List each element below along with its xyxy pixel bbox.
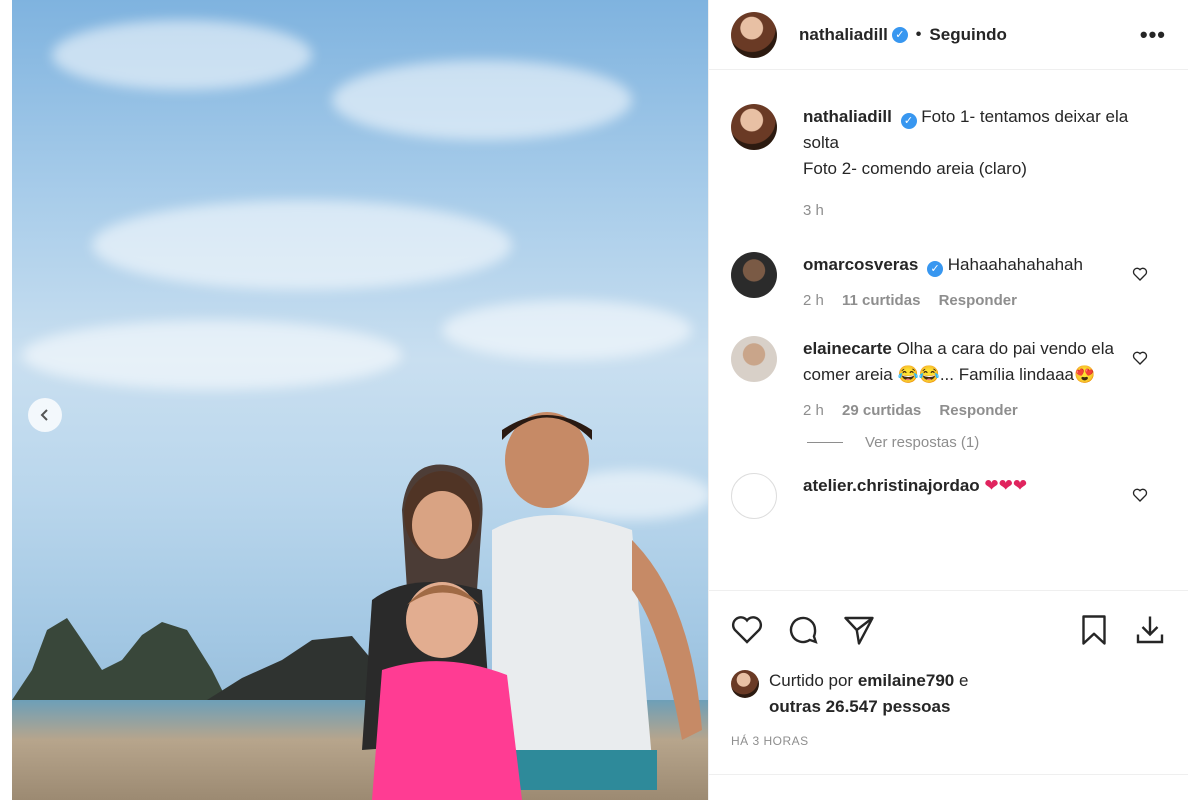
commenter-username[interactable]: atelier.christinajordao	[803, 476, 980, 495]
reply-button[interactable]: Responder	[939, 402, 1017, 419]
commenter-username[interactable]: omarcosveras	[803, 255, 918, 274]
cloud	[22, 320, 402, 390]
like-comment-heart-icon[interactable]	[1132, 487, 1148, 503]
download-icon[interactable]	[1132, 612, 1168, 648]
caption-line-2: Foto 2- comendo areia (claro)	[803, 159, 1027, 178]
liker-avatar[interactable]	[731, 670, 759, 698]
comment-time: 2 h	[803, 292, 824, 309]
add-comment-area[interactable]	[709, 774, 1188, 800]
follow-status-button[interactable]: Seguindo	[929, 25, 1006, 45]
cloud	[332, 60, 632, 140]
author-avatar[interactable]	[731, 11, 777, 58]
comment-time: 2 h	[803, 402, 824, 419]
verified-badge-icon: ✓	[927, 261, 944, 277]
commenter-username[interactable]: elainecarte	[803, 339, 892, 358]
comment-item: omarcosveras ✓ Hahaahahahahah 2 h 11 cur…	[731, 252, 1166, 314]
cloud	[92, 200, 512, 290]
share-paper-plane-icon[interactable]	[841, 612, 877, 648]
post-header: nathaliadill ✓ • Seguindo •••	[709, 0, 1188, 70]
likes-prefix: Curtido por	[769, 671, 854, 690]
comment-bubble-icon[interactable]	[785, 612, 821, 648]
commenter-avatar[interactable]	[731, 336, 777, 382]
instagram-post-view: nathaliadill ✓ • Seguindo ••• nathaliadi…	[0, 0, 1200, 800]
caption-username[interactable]: nathaliadill	[803, 107, 892, 126]
more-options-icon[interactable]: •••	[1140, 22, 1166, 48]
comment-likes[interactable]: 11 curtidas	[842, 292, 920, 309]
caption-time: 3 h	[803, 202, 824, 219]
cloud	[442, 300, 692, 360]
post-actions-bar	[709, 590, 1188, 668]
replies-divider	[807, 442, 843, 443]
view-replies-label: Ver respostas (1)	[865, 434, 980, 451]
family-figures	[362, 412, 702, 800]
comment-text: Hahaahahahahah	[947, 255, 1083, 274]
commenter-avatar[interactable]	[731, 473, 777, 519]
separator-dot: •	[915, 25, 922, 43]
post-details-panel: nathaliadill ✓ • Seguindo ••• nathaliadi…	[708, 0, 1188, 800]
author-username[interactable]: nathaliadill	[799, 25, 888, 45]
commenter-avatar[interactable]	[731, 252, 777, 298]
comments-list[interactable]: nathaliadill ✓ Foto 1- tentamos deixar e…	[709, 70, 1188, 590]
liker-username[interactable]: emilaine790	[858, 671, 954, 690]
chevron-left-icon	[40, 409, 48, 421]
verified-badge-icon: ✓	[891, 26, 908, 43]
comment-text: ❤❤❤	[984, 476, 1028, 495]
like-comment-heart-icon[interactable]	[1132, 266, 1148, 282]
previous-photo-button[interactable]	[28, 398, 62, 432]
cloud	[52, 20, 312, 90]
like-heart-icon[interactable]	[729, 612, 765, 648]
like-comment-heart-icon[interactable]	[1132, 350, 1148, 366]
post-timestamp: HÁ 3 HORAS	[731, 734, 809, 748]
post-photo[interactable]	[12, 0, 708, 800]
comment-item: elainecarte Olha a cara do pai vendo ela…	[731, 336, 1166, 424]
caption: nathaliadill ✓ Foto 1- tentamos deixar e…	[731, 104, 1166, 224]
view-replies-button[interactable]: Ver respostas (1)	[807, 434, 1166, 451]
save-bookmark-icon[interactable]	[1076, 612, 1112, 648]
comment-likes[interactable]: 29 curtidas	[842, 402, 921, 419]
likes-summary: Curtido por emilaine790 e outras 26.547 …	[731, 668, 1166, 720]
reply-button[interactable]: Responder	[939, 292, 1017, 309]
likes-middle: e	[958, 671, 969, 690]
likes-others[interactable]: outras 26.547 pessoas	[769, 697, 950, 716]
verified-badge-icon: ✓	[900, 113, 917, 129]
comment-item: atelier.christinajordao ❤❤❤	[731, 473, 1166, 519]
caption-avatar[interactable]	[731, 104, 777, 150]
